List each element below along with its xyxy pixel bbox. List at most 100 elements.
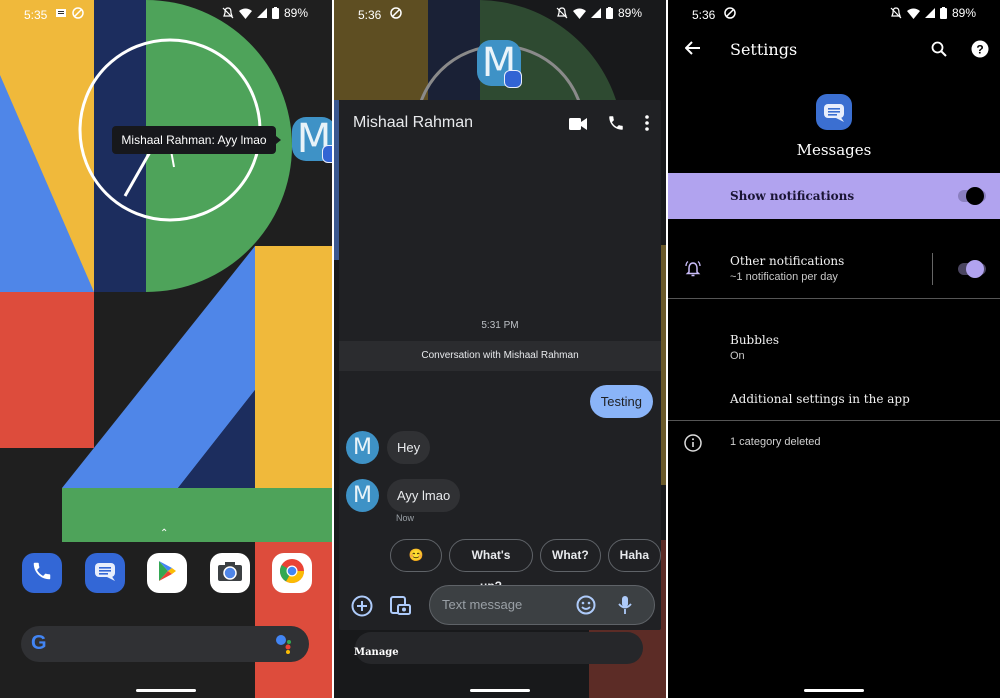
google-search-bar[interactable]: G bbox=[21, 626, 309, 662]
chat-bubble-head[interactable]: M bbox=[477, 40, 522, 88]
conversation-banner: Conversation with Mishaal Rahman bbox=[339, 341, 661, 371]
mute-icon bbox=[556, 7, 568, 19]
smart-reply-chip[interactable]: Haha bbox=[607, 539, 661, 572]
video-call-icon[interactable] bbox=[569, 117, 587, 135]
notification-icon bbox=[56, 8, 66, 18]
camera-icon bbox=[217, 560, 243, 587]
show-notifications-label: Show notifications bbox=[730, 189, 855, 203]
help-icon[interactable]: ? bbox=[971, 40, 989, 63]
chat-bubble-panel: 5:36 89% M Manage Mishaal Rahman 5:31 PM… bbox=[334, 0, 666, 698]
data-saver-icon bbox=[390, 7, 402, 19]
bell-ringing-icon bbox=[684, 260, 702, 283]
other-notifications-title: Other notifications bbox=[730, 254, 845, 268]
messages-icon bbox=[93, 560, 117, 587]
compose-bar: Text message bbox=[339, 580, 661, 630]
status-time: 5:35 bbox=[24, 8, 48, 22]
gallery-camera-icon[interactable] bbox=[389, 594, 411, 621]
battery-percent: 89% bbox=[283, 6, 308, 20]
dock bbox=[22, 553, 312, 593]
contact-avatar[interactable]: M bbox=[346, 479, 379, 512]
message-incoming[interactable]: Hey bbox=[387, 431, 431, 464]
chat-title: Mishaal Rahman bbox=[353, 114, 474, 131]
emoji-icon[interactable] bbox=[576, 595, 596, 620]
contact-avatar[interactable]: M bbox=[346, 431, 379, 464]
search-icon[interactable] bbox=[931, 41, 947, 62]
battery-icon bbox=[939, 7, 947, 19]
bubble-tooltip: Mishaal Rahman: Ayy lmao bbox=[112, 126, 281, 154]
status-bar: 5:36 89% bbox=[668, 0, 1000, 28]
data-saver-icon bbox=[724, 7, 736, 19]
text-message-input[interactable]: Text message bbox=[429, 585, 655, 625]
conversation-timestamp: 5:31 PM bbox=[481, 320, 519, 331]
wallpaper bbox=[0, 0, 332, 698]
chrome-icon bbox=[278, 557, 306, 590]
status-bar: 5:36 89% bbox=[334, 0, 666, 28]
smart-reply-chip[interactable]: What? bbox=[540, 539, 601, 572]
back-arrow-icon[interactable] bbox=[684, 41, 701, 60]
status-bar: 5:35 89% bbox=[0, 0, 332, 28]
toggle-thumb bbox=[966, 187, 984, 205]
message-time: Now bbox=[396, 513, 415, 523]
gesture-nav-handle[interactable] bbox=[470, 689, 530, 692]
info-icon bbox=[684, 434, 702, 457]
settings-toolbar: Settings ? bbox=[668, 28, 1000, 72]
data-saver-icon bbox=[72, 7, 84, 19]
mute-icon bbox=[222, 7, 234, 19]
wifi-icon bbox=[238, 8, 252, 19]
chat-window: Mishaal Rahman 5:31 PM Conversation with… bbox=[339, 100, 661, 630]
play-store-icon bbox=[156, 559, 178, 588]
app-name: Messages bbox=[796, 141, 872, 159]
other-notifications-subtitle: ~1 notification per day bbox=[730, 271, 838, 283]
row-divider-vertical bbox=[932, 253, 933, 285]
battery-percent: 89% bbox=[617, 6, 642, 20]
messages-app-icon bbox=[816, 94, 852, 130]
more-options-icon[interactable] bbox=[645, 115, 649, 136]
phone-icon bbox=[31, 560, 53, 587]
app-drawer-caret-icon[interactable]: ⌃ bbox=[160, 528, 168, 539]
gesture-nav-handle[interactable] bbox=[804, 689, 864, 692]
smart-reply-emoji[interactable]: 😊 bbox=[390, 539, 443, 572]
bubbles-title: Bubbles bbox=[730, 333, 780, 347]
smart-replies: 😊 What's up? What? Haha bbox=[390, 539, 661, 593]
section-divider bbox=[668, 298, 1000, 299]
signal-icon bbox=[590, 8, 601, 18]
google-logo-icon: G bbox=[31, 632, 47, 654]
chat-bubble-head[interactable]: M bbox=[292, 117, 332, 163]
wifi-icon bbox=[572, 8, 586, 19]
message-outgoing[interactable]: Testing bbox=[589, 385, 653, 418]
dock-app-play-store[interactable] bbox=[147, 553, 187, 593]
battery-icon bbox=[271, 7, 279, 19]
gesture-nav-handle[interactable] bbox=[136, 689, 196, 692]
section-divider bbox=[668, 420, 1000, 421]
wifi-icon bbox=[906, 8, 920, 19]
battery-icon bbox=[605, 7, 613, 19]
battery-percent: 89% bbox=[951, 6, 976, 20]
show-notifications-row[interactable]: Show notifications bbox=[668, 173, 1000, 219]
dock-app-phone[interactable] bbox=[22, 553, 62, 593]
mute-icon bbox=[890, 7, 902, 19]
add-attachment-icon[interactable] bbox=[351, 595, 373, 622]
messages-badge-icon bbox=[504, 70, 522, 88]
signal-icon bbox=[256, 8, 267, 18]
settings-panel: 5:36 89% Settings ? Messages Show notifi… bbox=[668, 0, 1000, 698]
bubbles-subtitle: On bbox=[730, 350, 745, 362]
phone-call-icon[interactable] bbox=[607, 114, 625, 137]
toolbar-title: Settings bbox=[730, 40, 798, 59]
dock-app-camera[interactable] bbox=[209, 553, 250, 593]
assistant-icon[interactable] bbox=[275, 634, 295, 659]
status-time: 5:36 bbox=[692, 8, 716, 22]
footer-text: 1 category deleted bbox=[730, 436, 821, 448]
svg-text:?: ? bbox=[976, 43, 983, 57]
dock-app-messages[interactable] bbox=[84, 553, 125, 593]
status-time: 5:36 bbox=[358, 8, 382, 22]
microphone-icon[interactable] bbox=[618, 595, 632, 620]
signal-icon bbox=[924, 8, 935, 18]
manage-button[interactable]: Manage bbox=[354, 647, 399, 658]
messages-badge-icon bbox=[322, 145, 332, 163]
smart-reply-chip[interactable]: What's up? bbox=[449, 539, 533, 593]
message-incoming[interactable]: Ayy lmao bbox=[387, 479, 461, 512]
home-screen-panel: 5:35 89% Mishaal Rahman: Ayy lmao M ⌃ G bbox=[0, 0, 332, 698]
dock-app-chrome[interactable] bbox=[272, 553, 312, 593]
text-message-placeholder: Text message bbox=[442, 597, 523, 612]
toggle-thumb bbox=[966, 260, 984, 278]
